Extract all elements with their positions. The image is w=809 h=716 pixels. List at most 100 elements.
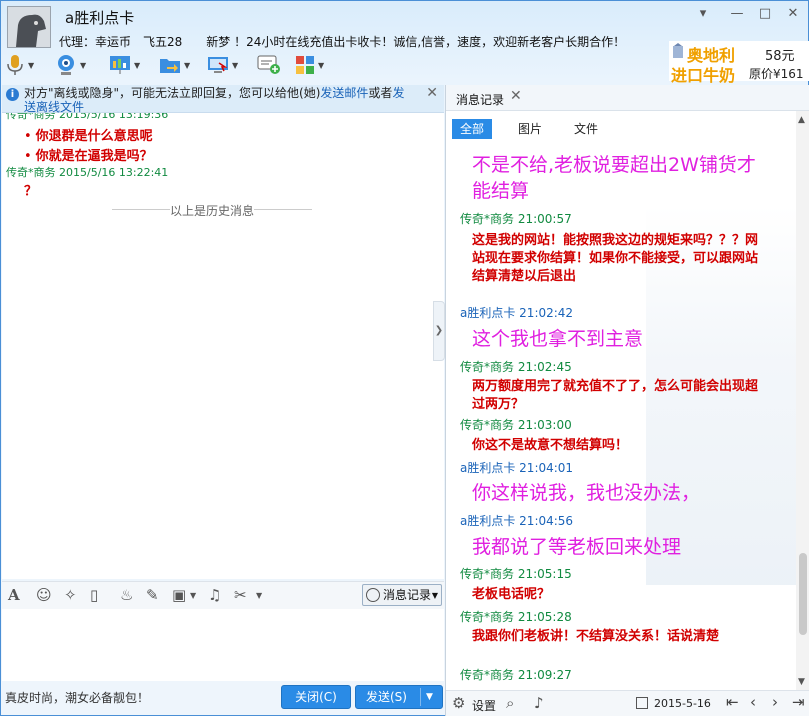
- message-meta: 传奇*商务 21:05:28: [460, 610, 572, 624]
- chat-toolbar: ▼ ▼ ▼ ▼ ▼ ▼: [5, 53, 324, 79]
- image-icon[interactable]: ▣: [172, 586, 186, 604]
- close-window-button[interactable]: ✕: [783, 5, 803, 23]
- collapse-panel-button[interactable]: ❯: [433, 301, 445, 361]
- avatar[interactable]: [7, 6, 51, 48]
- monitor-icon: [208, 57, 228, 73]
- microphone-icon: [7, 55, 23, 75]
- prev-page-icon[interactable]: ‹: [750, 693, 756, 711]
- my-message: 这个我也拿不到主意: [472, 328, 644, 350]
- status-ad-text[interactable]: 真皮时尚，潮女必备靓包！: [5, 689, 149, 706]
- notice-text: 对方"离线或隐身"，可能无法立即回复，您可以给他(她): [24, 86, 321, 100]
- remote-desktop-button[interactable]: ▼: [207, 53, 243, 77]
- send-email-link[interactable]: 发送邮件: [320, 86, 368, 100]
- message-meta: 传奇*商务 21:00:57: [460, 212, 572, 226]
- apps-button[interactable]: ▼: [295, 53, 331, 77]
- webcam-icon: [58, 55, 74, 75]
- chevron-down-icon[interactable]: ▼: [256, 591, 262, 600]
- calendar-icon[interactable]: [636, 697, 648, 709]
- scrollbar-thumb[interactable]: [799, 553, 807, 635]
- magic-icon[interactable]: ✧: [64, 586, 77, 604]
- their-message: 我跟你们老板讲！不结算没关系！话说清楚: [472, 629, 720, 644]
- my-message: 我都说了等老板回来处理: [472, 536, 682, 558]
- message-meta: 传奇*商务 21:03:00: [460, 418, 572, 432]
- history-button-label: 消息记录: [383, 588, 432, 602]
- send-options-chevron-icon[interactable]: ▼: [426, 686, 433, 708]
- chat-message: ？: [2, 180, 37, 199]
- tab-message-history[interactable]: 消息记录: [456, 91, 504, 108]
- offline-notice: i 对方"离线或隐身"，可能无法立即回复，您可以给他(她)发送邮件或者发送离线文…: [2, 85, 444, 114]
- apps-grid-icon: [296, 56, 314, 74]
- message-meta: 传奇*商务 21:02:45: [460, 360, 572, 374]
- message-history-panel: 消息记录 ✕ 全部 图片 文件 不是不给,老板说要超出2W铺货才能结算 传奇*商…: [445, 85, 809, 716]
- music-icon[interactable]: ♫: [208, 586, 221, 604]
- filter-images[interactable]: 图片: [510, 119, 550, 139]
- screenshot-scissors-icon[interactable]: ✂: [234, 586, 247, 604]
- presentation-icon: [110, 56, 130, 74]
- filter-all[interactable]: 全部: [452, 119, 493, 139]
- chevron-down-icon[interactable]: ▼: [318, 61, 324, 70]
- minimize-button[interactable]: —: [727, 5, 747, 23]
- history-divider: 以上是历史消息: [112, 202, 312, 219]
- chevron-down-icon: ▼: [431, 591, 438, 600]
- chevron-down-icon[interactable]: ▼: [134, 61, 140, 70]
- chevron-down-icon[interactable]: ▼: [232, 61, 238, 70]
- share-screen-button[interactable]: ▼: [109, 53, 145, 77]
- font-icon[interactable]: A: [8, 586, 20, 604]
- speaker-icon[interactable]: ♪: [534, 694, 544, 712]
- their-message: 你这不是故意不想结算吗！: [472, 438, 629, 453]
- history-tab-bar: 消息记录 ✕: [446, 85, 809, 111]
- emoji-icon[interactable]: ☺: [36, 586, 52, 604]
- their-message: 两万额度用完了就充值不了了，怎么可能会出现超过两万？: [472, 379, 759, 412]
- send-button[interactable]: 发送(S) ▼: [355, 685, 443, 709]
- gear-icon[interactable]: ⚙: [452, 694, 465, 712]
- next-page-icon[interactable]: ›: [772, 693, 778, 711]
- edit-icon[interactable]: ✎: [146, 586, 159, 604]
- history-scrollbar[interactable]: ▲ ▼: [796, 111, 809, 691]
- send-file-button[interactable]: ▼: [159, 53, 195, 77]
- message-meta: 传奇*商务 21:05:15: [460, 567, 572, 581]
- chat-history-pane[interactable]: 传奇*商务 2015/5/16 13:19:36 • 你退群是什么意思呢 • 你就是…: [2, 113, 444, 579]
- divider: [420, 688, 421, 706]
- bullet-dot: •: [24, 129, 32, 144]
- contact-title: a胜利点卡: [65, 9, 135, 27]
- message-history-button[interactable]: 消息记录 ▼: [362, 584, 442, 606]
- scroll-up-icon[interactable]: ▲: [798, 115, 805, 125]
- search-icon[interactable]: ⌕: [506, 694, 514, 712]
- message-meta: 传奇*商务 2015/5/16 13:22:41: [6, 166, 169, 179]
- history-date[interactable]: 2015-5-16: [654, 697, 711, 710]
- close-icon[interactable]: ✕: [510, 88, 522, 104]
- last-page-icon[interactable]: ⇥: [792, 693, 805, 711]
- clock-icon: [366, 588, 380, 602]
- first-page-icon[interactable]: ⇤: [726, 693, 739, 711]
- create-discussion-button[interactable]: [257, 53, 293, 77]
- menu-dropdown-icon[interactable]: ▾: [693, 5, 713, 23]
- ad-price: 58元: [765, 49, 795, 64]
- message-input[interactable]: [2, 609, 444, 681]
- maximize-button[interactable]: □: [755, 5, 775, 23]
- chevron-down-icon[interactable]: ▼: [80, 61, 86, 70]
- video-call-button[interactable]: ▼: [55, 53, 91, 77]
- chevron-down-icon[interactable]: ▼: [28, 61, 34, 70]
- my-message: 你这样说我，我也没办法，: [472, 482, 701, 504]
- chevron-down-icon[interactable]: ▼: [190, 591, 196, 600]
- contact-signature: 代理：幸运币 飞五28 新梦 ！24小时在线充值出卡收卡！诚信,信誉，速度，欢迎…: [59, 35, 626, 49]
- voice-message-icon[interactable]: ♨: [120, 586, 133, 604]
- chevron-down-icon[interactable]: ▼: [184, 61, 190, 70]
- voice-call-button[interactable]: ▼: [5, 53, 41, 77]
- filter-files[interactable]: 文件: [566, 119, 606, 139]
- close-icon[interactable]: ✕: [426, 86, 438, 100]
- history-filter-bar: 全部 图片 文件: [446, 115, 809, 139]
- milk-icon: [673, 43, 683, 58]
- their-message: 老板电话呢？: [472, 587, 551, 602]
- scroll-down-icon[interactable]: ▼: [798, 677, 805, 687]
- settings-label[interactable]: 设置: [472, 697, 496, 714]
- ad-banner[interactable]: 奥地利 进口牛奶 58元 原价¥161: [669, 41, 809, 85]
- send-button-label: 发送(S): [366, 690, 407, 704]
- history-footer: ⚙ 设置 ⌕ ♪ 2015-5-16 ⇤ ‹ › ⇥: [446, 690, 809, 716]
- notice-mid-text: 或者: [368, 86, 393, 100]
- close-button[interactable]: 关闭(C): [281, 685, 351, 709]
- vibrate-icon[interactable]: ▯: [90, 586, 98, 604]
- message-text: 你退群是什么意思呢: [35, 129, 153, 144]
- message-meta: 传奇*商务 21:09:27: [460, 668, 572, 682]
- ad-line2: 进口牛奶: [671, 66, 736, 85]
